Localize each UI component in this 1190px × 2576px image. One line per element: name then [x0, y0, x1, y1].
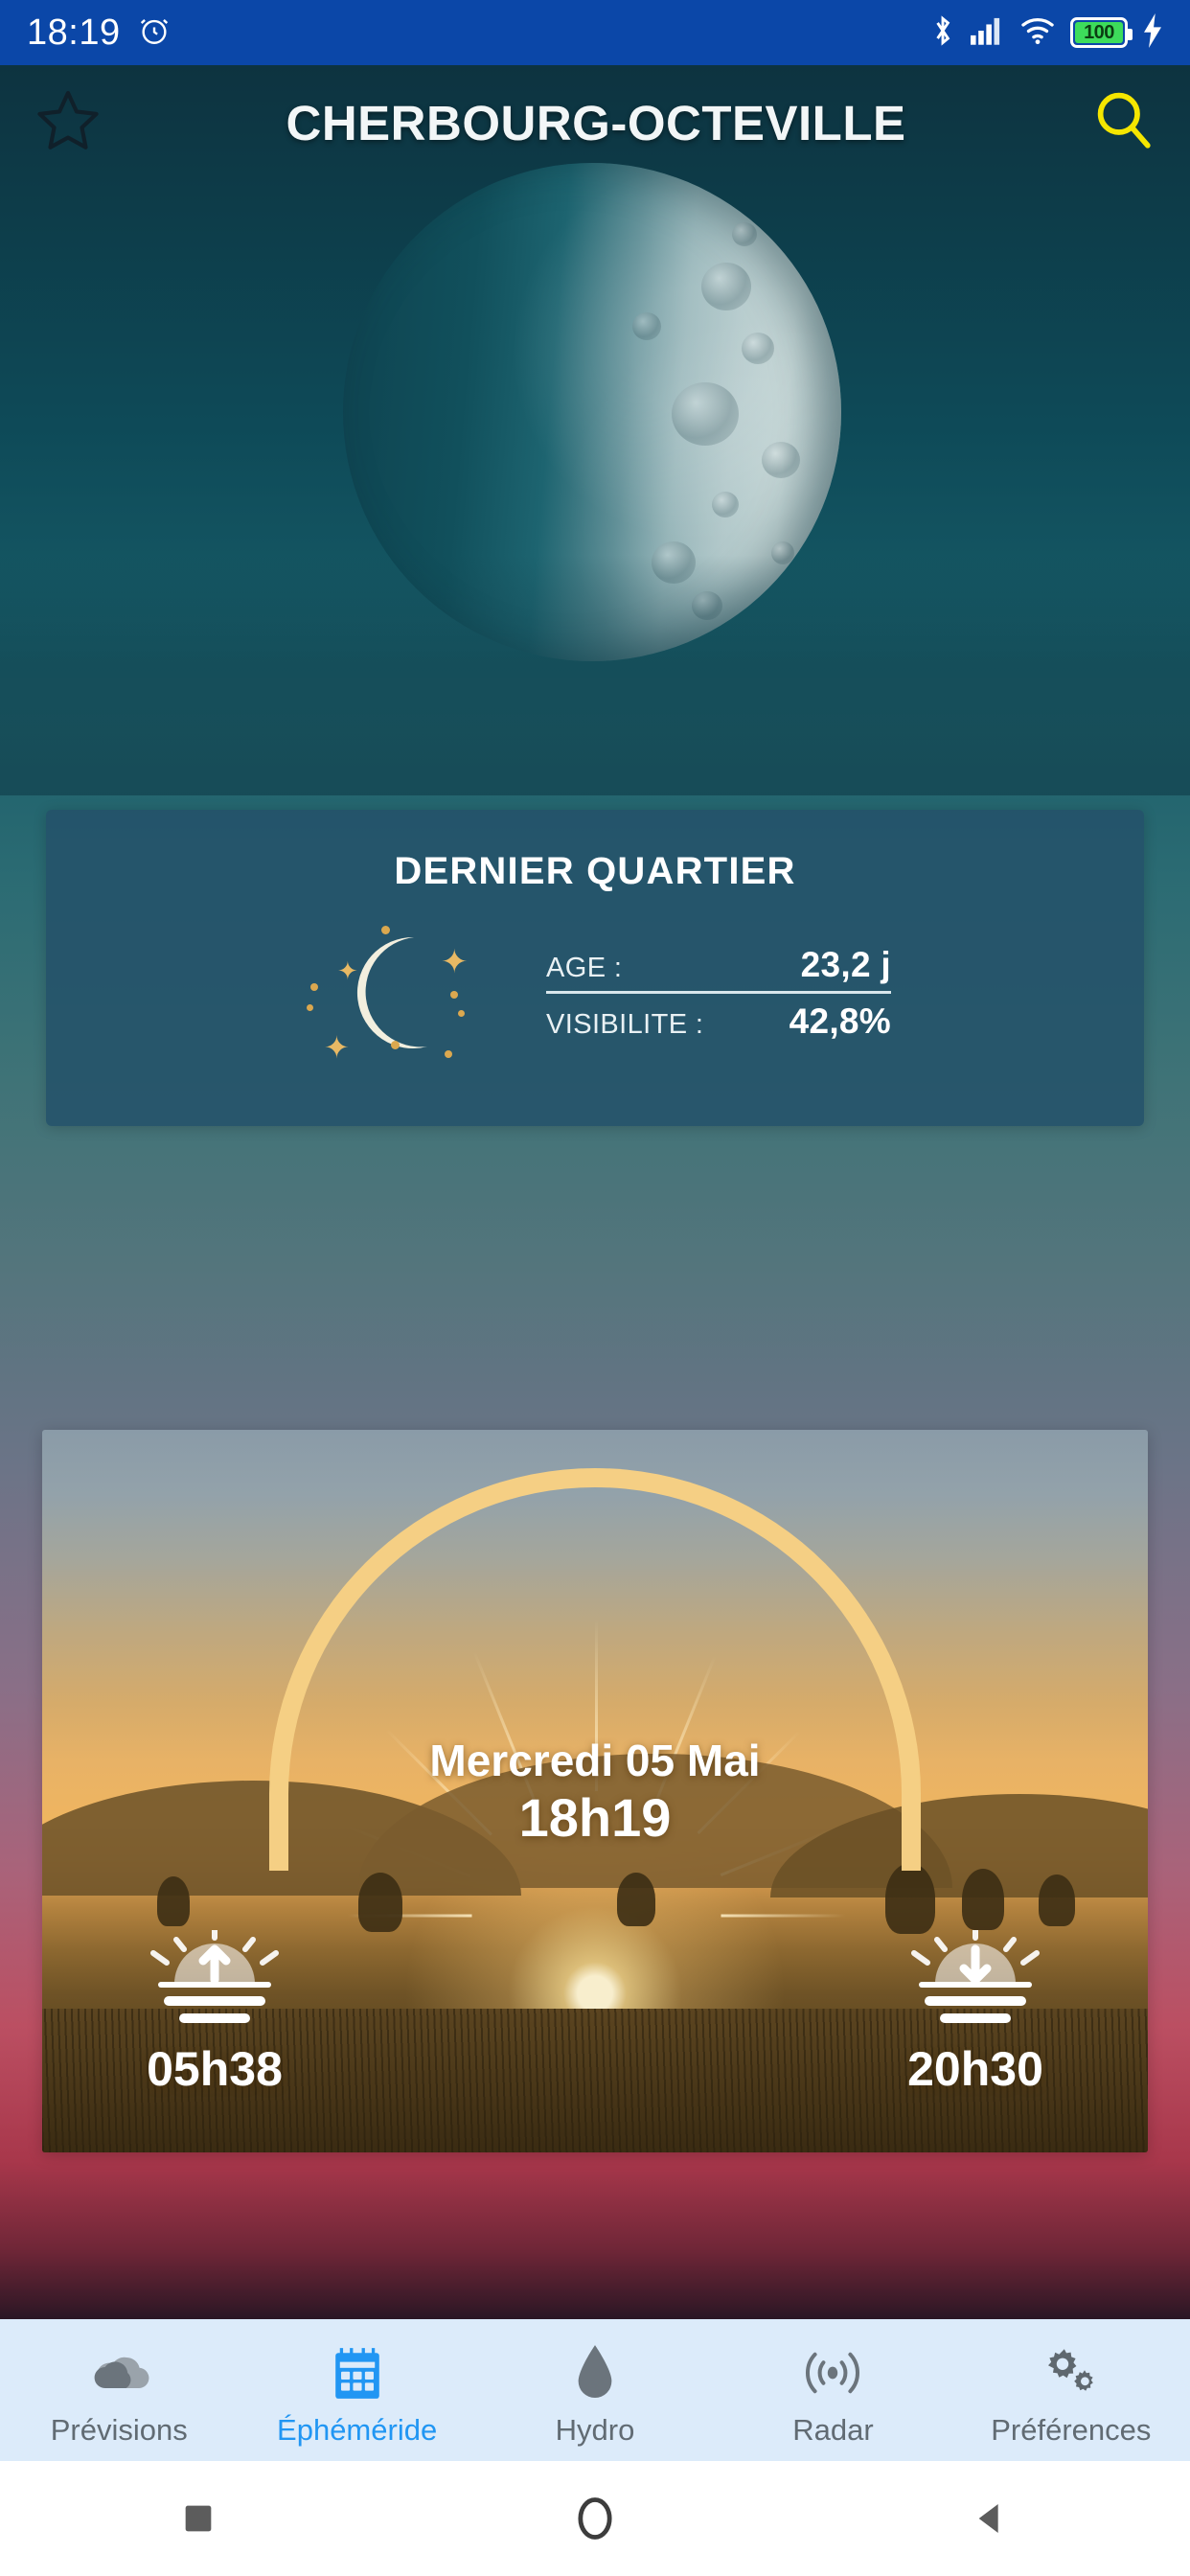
status-bar-right: 100: [929, 12, 1163, 53]
star-outline-icon[interactable]: [33, 85, 103, 161]
moon-photo: [0, 163, 1190, 795]
wifi-icon: [1019, 15, 1056, 51]
sunset-block: 20h30: [832, 1927, 1119, 2097]
sun-current-time: 18h19: [518, 1787, 672, 1848]
android-system-navigation: [0, 2461, 1190, 2576]
moon-photo-fade: [0, 163, 1190, 795]
nav-label-ephemeride: Éphéméride: [277, 2413, 438, 2447]
page-title: CHERBOURG-OCTEVILLE: [286, 95, 906, 150]
recents-square-icon[interactable]: [126, 2461, 270, 2576]
moon-card-body: ✦ ✦ ✦ AGE : 23,2 j VISIBILITE : 42,8%: [46, 916, 1144, 1070]
water-drop-icon: [573, 2342, 617, 2404]
nav-label-preferences: Préférences: [991, 2413, 1152, 2447]
nav-item-radar[interactable]: Radar: [714, 2333, 951, 2448]
nav-label-hydro: Hydro: [555, 2413, 635, 2447]
age-value: 23,2 j: [800, 944, 891, 984]
app-header: CHERBOURG-OCTEVILLE: [0, 65, 1190, 180]
cloud-icon: [88, 2342, 149, 2404]
nav-item-ephemeride[interactable]: Éphéméride: [238, 2333, 475, 2448]
crescent-moon-icon: ✦ ✦ ✦: [299, 916, 519, 1070]
battery-icon: 100: [1070, 17, 1133, 48]
stat-row-visibility: VISIBILITE : 42,8%: [546, 998, 891, 1046]
home-circle-icon[interactable]: [523, 2461, 667, 2576]
sunrise-time: 05h38: [147, 2042, 283, 2096]
nav-label-previsions: Prévisions: [50, 2413, 188, 2447]
nav-item-preferences[interactable]: Préférences: [952, 2333, 1190, 2448]
moon-phase-card: DERNIER QUARTIER ✦ ✦ ✦ AGE : 23,2 j VISI…: [46, 810, 1144, 1126]
nav-item-previsions[interactable]: Prévisions: [0, 2333, 238, 2448]
age-label: AGE :: [546, 952, 623, 983]
battery-level: 100: [1084, 21, 1114, 43]
status-bar: 18:19 100: [0, 0, 1190, 65]
moon-phase-title: DERNIER QUARTIER: [394, 850, 796, 892]
calendar-icon: [330, 2342, 385, 2404]
bottom-navigation-bar: Prévisions Éphéméride Hydro Radar Préfér…: [0, 2319, 1190, 2461]
gears-icon: [1041, 2342, 1102, 2404]
sunset-time: 20h30: [907, 2042, 1043, 2096]
sunrise-block: 05h38: [71, 1927, 358, 2097]
nav-item-hydro[interactable]: Hydro: [476, 2333, 714, 2448]
sunset-icon: [899, 1927, 1052, 2036]
radar-waves-icon: [802, 2342, 863, 2404]
status-bar-left: 18:19: [27, 12, 171, 54]
stats-divider: [546, 990, 891, 994]
bluetooth-icon: [929, 13, 956, 53]
search-icon[interactable]: [1088, 86, 1157, 160]
stat-row-age: AGE : 23,2 j: [546, 941, 891, 989]
alarm-icon: [138, 14, 171, 52]
nav-label-radar: Radar: [792, 2413, 874, 2447]
visibility-value: 42,8%: [789, 1000, 891, 1041]
sunrise-icon: [138, 1927, 291, 2036]
visibility-label: VISIBILITE :: [546, 1008, 704, 1040]
back-triangle-icon[interactable]: [920, 2461, 1064, 2576]
sun-ephemeris-card: Mercredi 05 Mai 18h19 05h38 20h30: [42, 1430, 1148, 2152]
charging-bolt-icon: [1142, 12, 1163, 53]
status-bar-clock: 18:19: [27, 12, 121, 53]
moon-stats-table: AGE : 23,2 j VISIBILITE : 42,8%: [546, 941, 891, 1046]
cellular-signal-icon: [971, 15, 1005, 51]
sun-day-label: Mercredi 05 Mai: [429, 1736, 761, 1785]
